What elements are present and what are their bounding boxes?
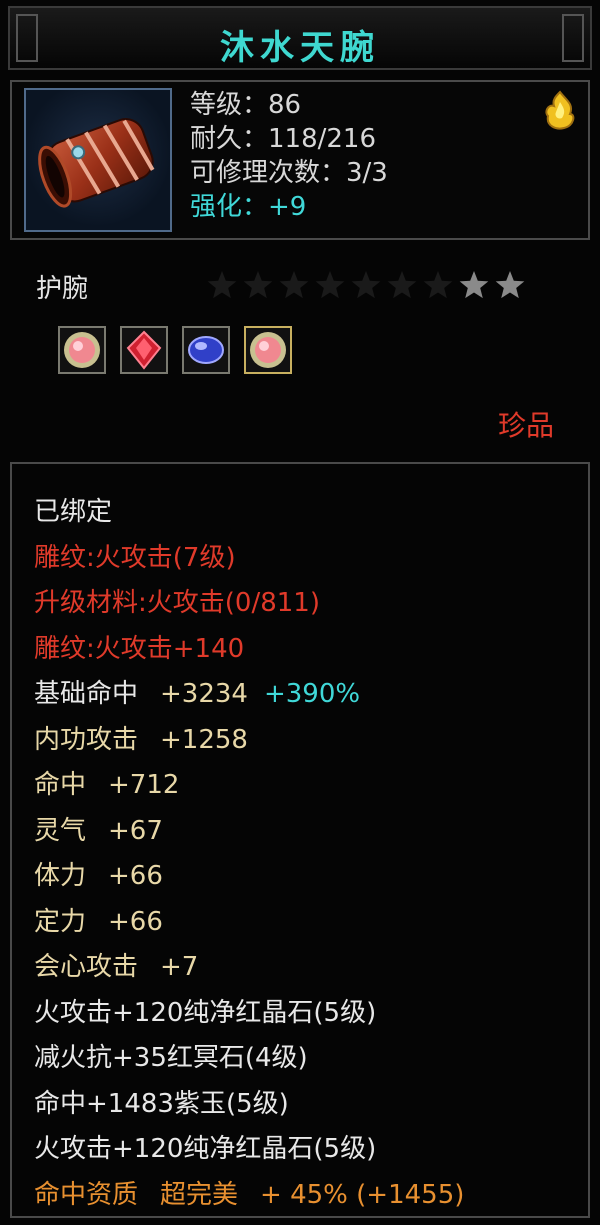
attr-stamina: 体力 +66 <box>34 861 163 891</box>
item-name: 沐水天腕 <box>220 28 380 68</box>
wristguard-icon <box>24 88 172 232</box>
star-filled-icon <box>459 271 489 299</box>
star-empty-icon <box>243 271 273 299</box>
item-stats: 等级：86 耐久：118/216 可修理次数：3/3 强化：+9 <box>190 88 388 224</box>
pink-gem-icon <box>64 332 100 368</box>
enhance-text: 强化：+9 <box>190 192 307 222</box>
pink-gem-icon <box>250 332 286 368</box>
gem-slot-3[interactable] <box>182 326 230 374</box>
star-rating <box>207 271 525 299</box>
item-info-panel: 等级：86 耐久：118/216 可修理次数：3/3 强化：+9 <box>10 80 590 240</box>
bound-status: 已绑定 <box>34 497 113 527</box>
item-tooltip: 沐水天腕 等级：86 耐久：118/216 可修理次数：3/3 强化：+9 护腕… <box>0 0 600 1225</box>
purple-jade-icon <box>188 336 224 364</box>
star-empty-icon <box>351 271 381 299</box>
gem-line-3: 命中+1483紫玉(5级) <box>34 1088 289 1119</box>
attr-inner-attack: 内功攻击 +1258 <box>34 724 248 755</box>
star-empty-icon <box>279 271 309 299</box>
attribute-lines: 已绑定 雕纹:火攻击(7级) 升级材料:火攻击(0/811) 雕纹:火攻击+14… <box>34 490 464 1218</box>
engrave-line: 雕纹:火攻击(7级) <box>34 542 236 573</box>
attr-composure: 定力 +66 <box>34 906 163 937</box>
red-crystal-icon <box>126 330 162 370</box>
aptitude-line: 命中资质 超完美 + 45% (+1455) <box>34 1179 465 1210</box>
attr-spirit: 灵气 +67 <box>34 815 163 846</box>
level-text: 等级：86 <box>190 90 302 120</box>
gem-line-2: 减火抗+35红冥石(4级) <box>34 1043 308 1073</box>
item-quality: 珍品 <box>497 409 554 442</box>
gold-flame-badge-icon <box>542 90 578 130</box>
star-empty-icon <box>315 271 345 299</box>
attribute-panel: 已绑定 雕纹:火攻击(7级) 升级材料:火攻击(0/811) 雕纹:火攻击+14… <box>10 462 590 1218</box>
title-bar: 沐水天腕 <box>8 6 592 70</box>
gem-line-1: 火攻击+120纯净红晶石(5级) <box>34 997 377 1028</box>
star-filled-icon <box>495 271 525 299</box>
gem-slot-4[interactable] <box>244 326 292 374</box>
star-empty-icon <box>387 271 417 299</box>
attr-base-accuracy: 基础命中 +3234 +390% <box>34 679 361 709</box>
repair-count-text: 可修理次数：3/3 <box>190 158 388 188</box>
gem-slot-1[interactable] <box>58 326 106 374</box>
engrave-bonus-line: 雕纹:火攻击+140 <box>34 633 245 664</box>
item-type: 护腕 <box>36 274 89 304</box>
attr-critical: 会心攻击 +7 <box>34 952 199 982</box>
gem-slot-2[interactable] <box>120 326 168 374</box>
star-empty-icon <box>207 271 237 299</box>
upgrade-material-line: 升级材料:火攻击(0/811) <box>34 588 320 618</box>
star-empty-icon <box>423 271 453 299</box>
gem-line-4: 火攻击+120纯净红晶石(5级) <box>34 1134 377 1164</box>
durability-text: 耐久：118/216 <box>190 124 377 154</box>
attr-accuracy: 命中 +712 <box>34 770 180 800</box>
